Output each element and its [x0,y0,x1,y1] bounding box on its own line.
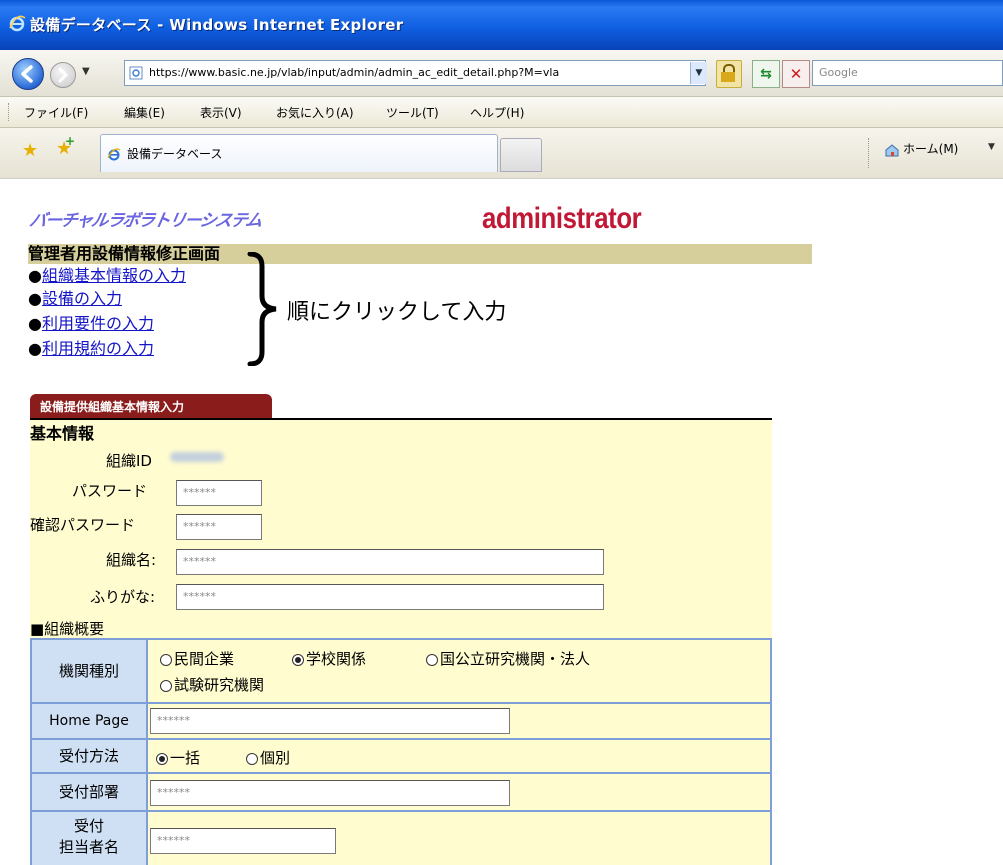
reception-dept-label: 受付部署 [32,774,148,810]
contact-person-label-line1: 受付 [73,817,104,835]
reception-method-option-bulk[interactable]: 一括 [156,747,200,768]
nav-link-org-info: ●組織基本情報の入力 [28,266,186,286]
brace-annotation [247,252,277,366]
radio-test-research[interactable] [160,679,172,692]
link-terms[interactable]: 利用規約の入力 [42,339,154,358]
org-type-label: 機関種別 [32,640,148,702]
menu-tools[interactable]: ツール(T) [386,104,439,121]
tab-title: 設備データベース [127,147,223,161]
org-id-label: 組織ID [106,452,152,470]
menu-file[interactable]: ファイル(F) [24,104,88,121]
address-dropdown-icon[interactable]: ▼ [690,62,707,84]
brand-logo: バーチャルラボラトリーシステム [27,211,263,231]
nav-link-equipment: ●設備の入力 [28,289,122,309]
furigana-field[interactable]: ****** [176,584,604,610]
window-title: 設備データベース - Windows Internet Explorer [30,16,404,34]
stop-button[interactable]: ✕ [782,60,810,88]
tab-current[interactable]: 設備データベース [100,134,498,172]
org-type-option-private[interactable]: 民間企業 [160,648,234,669]
close-icon: ✕ [789,65,803,83]
homepage-field[interactable]: ****** [150,708,510,734]
nav-link-requirements: ●利用要件の入力 [28,314,154,334]
radio-individual[interactable] [246,752,258,765]
bullet: ● [28,289,42,308]
home-dropdown-icon[interactable]: ▼ [988,142,995,152]
org-name-field[interactable]: ****** [176,549,604,575]
menu-favorites[interactable]: お気に入り(A) [276,104,354,121]
radio-bulk[interactable] [156,752,168,765]
back-button[interactable] [12,58,44,90]
link-org-info[interactable]: 組織基本情報の入力 [42,266,186,285]
confirm-password-field[interactable]: ****** [176,514,262,540]
lock-icon[interactable] [716,60,742,88]
radio-school[interactable] [292,653,304,666]
form-tab-org-info[interactable]: 設備提供組織基本情報入力 [30,394,272,420]
contact-person-label: 受付 担当者名 [32,812,148,865]
menu-grip [8,103,12,121]
link-equipment[interactable]: 設備の入力 [42,289,122,308]
org-type-option-test-research[interactable]: 試験研究機関 [160,674,264,695]
menu-view[interactable]: 表示(V) [200,104,242,121]
reception-dept-field[interactable]: ****** [150,780,510,806]
search-input[interactable]: Google [812,60,1003,86]
arrow-right-icon [58,67,68,83]
page-title: 管理者用設備情報修正画面 [28,244,221,263]
org-type-option-label: 国公立研究機関・法人 [440,650,591,668]
org-type-option-public-research[interactable]: 国公立研究機関・法人 [426,648,590,669]
bullet: ● [28,314,42,333]
bullet: ● [28,266,42,285]
home-icon [885,143,899,156]
reception-method-option-label: 個別 [260,749,291,767]
nav-link-terms: ●利用規約の入力 [28,339,154,359]
org-type-option-school[interactable]: 学校関係 [292,648,366,669]
radio-public-research[interactable] [426,653,438,666]
org-name-label: 組織名: [106,551,157,569]
favorites-star-icon[interactable]: ★ [22,140,38,161]
home-button[interactable]: ホーム(M) [884,140,958,157]
section-title-basic: 基本情報 [30,424,95,443]
refresh-button[interactable]: ⇆ [752,60,780,88]
org-id-value-redacted [170,452,224,462]
content-divider [0,178,1003,179]
menu-help[interactable]: ヘルプ(H) [470,104,524,121]
history-dropdown-icon[interactable]: ▼ [82,66,90,77]
section-title-overview: ■組織概要 [30,620,105,638]
add-favorite-icon[interactable]: ★ [56,134,75,159]
org-type-option-label: 学校関係 [306,650,367,668]
org-type-option-label: 民間企業 [174,650,235,668]
instruction-annotation: 順にクリックして入力 [287,300,507,325]
address-input[interactable]: https://www.basic.ne.jp/vlab/input/admin… [124,60,706,86]
contact-person-field[interactable]: ****** [150,828,336,854]
ie-page-icon [107,148,121,161]
menu-edit[interactable]: 編集(E) [124,104,165,121]
reception-method-label: 受付方法 [32,740,148,772]
tabbar-separator [868,138,870,168]
page-icon [129,66,143,80]
reception-method-option-label: 一括 [170,749,201,767]
homepage-label: Home Page [32,704,148,738]
refresh-icon: ⇆ [760,66,772,82]
bullet: ● [28,339,42,358]
new-tab-button[interactable] [500,138,542,172]
address-text: https://www.basic.ne.jp/vlab/input/admin… [149,66,560,79]
password-field[interactable]: ****** [176,480,262,506]
role-label: administrator [482,202,642,235]
furigana-label: ふりがな: [90,588,156,606]
password-label: パスワード [72,482,148,500]
contact-person-label-line2: 担当者名 [58,838,119,856]
radio-private[interactable] [160,653,172,666]
confirm-password-label: 確認パスワード [30,516,136,534]
forward-button[interactable] [50,62,76,88]
arrow-left-icon [21,65,33,83]
home-label: ホーム(M) [903,142,959,156]
org-type-option-label: 試験研究機関 [174,676,265,694]
title-bar: 設備データベース - Windows Internet Explorer [0,0,1003,50]
link-requirements[interactable]: 利用要件の入力 [42,314,154,333]
ie-logo-icon [9,15,26,32]
reception-method-option-individual[interactable]: 個別 [246,747,290,768]
